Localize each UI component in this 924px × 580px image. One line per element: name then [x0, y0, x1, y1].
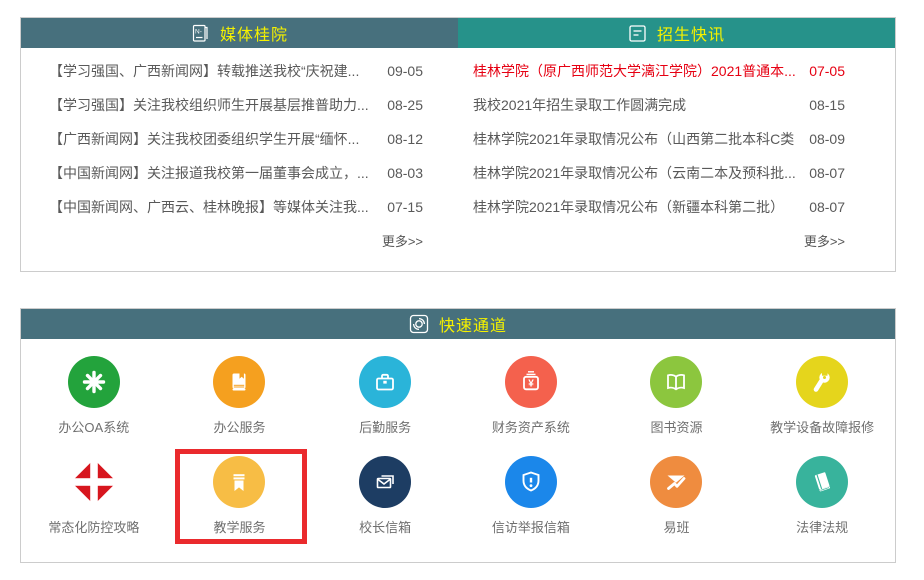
quick-item-label: 办公OA系统 [58, 419, 129, 437]
news-item: 我校2021年招生录取工作圆满完成 08-15 [458, 88, 895, 122]
quick-item-label: 教学服务 [213, 519, 265, 537]
newspaper-icon: N- [191, 24, 210, 43]
news-link[interactable]: 【中国新闻网】关注报道我校第一届董事会成立，... [49, 163, 373, 183]
news-item: 桂林学院2021年录取情况公布（云南二本及预科批... 08-07 [458, 156, 895, 190]
svg-text:¥: ¥ [528, 379, 534, 390]
quick-access-header: 快速通道 [21, 309, 895, 339]
news-headers: N- 媒体桂院 招生快讯 [21, 18, 895, 48]
news-date: 08-15 [809, 97, 845, 113]
news-link[interactable]: 【学习强国】关注我校组织师生开展基层推普助力... [49, 95, 373, 115]
quick-access-section: 快速通道 办公OA系统 办公服务 [20, 308, 896, 563]
media-news-title: 媒体桂院 [220, 21, 288, 45]
quick-item-laws[interactable]: 法律法规 [749, 456, 895, 537]
news-date: 07-15 [387, 199, 423, 215]
news-link[interactable]: 【广西新闻网】关注我校团委组织学生开展“缅怀... [49, 129, 373, 149]
news-link[interactable]: 【中国新闻网、广西云、桂林晚报】等媒体关注我... [49, 197, 373, 217]
news-item: 桂林学院2021年录取情况公布（新疆本科第二批） 08-07 [458, 190, 895, 224]
shield-alert-icon [505, 456, 557, 508]
quick-item-yiban[interactable]: 易班 [604, 456, 750, 537]
news-item: 【学习强国】关注我校组织师生开展基层推普助力... 08-25 [21, 88, 458, 122]
quick-item-logistics[interactable]: 后勤服务 [312, 356, 458, 437]
quick-access-row-1: 办公OA系统 办公服务 后勤 [21, 339, 895, 437]
book-icon [213, 356, 265, 408]
news-item: 【广西新闻网】关注我校团委组织学生开展“缅怀... 08-12 [21, 122, 458, 156]
mail-icon [359, 456, 411, 508]
pinwheel-icon [68, 356, 120, 408]
news-item: 【中国新闻网】关注报道我校第一届董事会成立，... 08-03 [21, 156, 458, 190]
news-item: 【学习强国、广西新闻网】转载推送我校“庆祝建... 09-05 [21, 54, 458, 88]
news-link[interactable]: 桂林学院2021年录取情况公布（新疆本科第二批） [473, 197, 795, 217]
quick-item-covid-guide[interactable]: 常态化防控攻略 [21, 456, 167, 537]
medical-cross-icon [68, 456, 120, 508]
admissions-news-title: 招生快讯 [657, 21, 725, 45]
news-link[interactable]: 桂林学院2021年录取情况公布（云南二本及预科批... [473, 163, 795, 183]
open-book-icon [650, 356, 702, 408]
news-date: 08-07 [809, 199, 845, 215]
quick-item-label: 图书资源 [650, 419, 702, 437]
wallet-yuan-icon: ¥ [505, 356, 557, 408]
quick-item-office-services[interactable]: 办公服务 [167, 356, 313, 437]
svg-text:N-: N- [195, 28, 202, 35]
news-link[interactable]: 桂林学院（原广西师范大学漓江学院）2021普通本... [473, 61, 795, 81]
quick-item-teaching-services[interactable]: 教学服务 [167, 456, 313, 537]
quick-item-president-mailbox[interactable]: 校长信箱 [312, 456, 458, 537]
bookmark-icon [213, 456, 265, 508]
quick-item-label: 财务资产系统 [492, 419, 570, 437]
quick-item-label: 常态化防控攻略 [48, 519, 139, 537]
bulletin-icon [628, 24, 647, 43]
media-more-link[interactable]: 更多>> [382, 231, 423, 250]
quick-item-equipment-repair[interactable]: 教学设备故障报修 [749, 356, 895, 437]
shutter-icon [409, 314, 429, 334]
quick-access-row-2: 常态化防控攻略 教学服务 校长信箱 [21, 437, 895, 537]
news-link[interactable]: 【学习强国、广西新闻网】转载推送我校“庆祝建... [49, 61, 373, 81]
news-item: 桂林学院（原广西师范大学漓江学院）2021普通本... 07-05 [458, 54, 895, 88]
tilted-book-icon [796, 456, 848, 508]
news-date: 08-03 [387, 165, 423, 181]
news-section: N- 媒体桂院 招生快讯 【学习强国、广西新闻网】转载推送我校“庆祝建... [20, 17, 896, 272]
quick-access-title: 快速通道 [439, 312, 507, 336]
news-date: 08-12 [387, 131, 423, 147]
quick-item-label: 易班 [663, 519, 689, 537]
news-date: 08-25 [387, 97, 423, 113]
quick-item-library[interactable]: 图书资源 [604, 356, 750, 437]
news-item: 【中国新闻网、广西云、桂林晚报】等媒体关注我... 07-15 [21, 190, 458, 224]
quick-item-label: 校长信箱 [359, 519, 411, 537]
news-link[interactable]: 我校2021年招生录取工作圆满完成 [473, 95, 795, 115]
media-news-list: 【学习强国、广西新闻网】转载推送我校“庆祝建... 09-05 【学习强国】关注… [21, 48, 458, 256]
tab-admissions-news[interactable]: 招生快讯 [458, 18, 895, 48]
tab-media-news[interactable]: N- 媒体桂院 [21, 18, 458, 48]
news-date: 08-07 [809, 165, 845, 181]
quick-item-label: 后勤服务 [359, 419, 411, 437]
admissions-news-list: 桂林学院（原广西师范大学漓江学院）2021普通本... 07-05 我校2021… [458, 48, 895, 256]
news-item: 桂林学院2021年录取情况公布（山西第二批本科C类... 08-09 [458, 122, 895, 156]
quick-item-label: 信访举报信箱 [492, 519, 570, 537]
news-date: 07-05 [809, 63, 845, 79]
news-date: 09-05 [387, 63, 423, 79]
quick-item-label: 法律法规 [796, 519, 848, 537]
quick-item-label: 办公服务 [213, 419, 265, 437]
quick-item-oa-system[interactable]: 办公OA系统 [21, 356, 167, 437]
news-date: 08-09 [809, 131, 845, 147]
envelope-check-icon [650, 456, 702, 508]
admissions-more-link[interactable]: 更多>> [804, 231, 845, 250]
quick-item-label: 教学设备故障报修 [770, 419, 874, 437]
quick-item-finance-system[interactable]: ¥ 财务资产系统 [458, 356, 604, 437]
quick-item-petition-mailbox[interactable]: 信访举报信箱 [458, 456, 604, 537]
news-link[interactable]: 桂林学院2021年录取情况公布（山西第二批本科C类... [473, 129, 795, 149]
briefcase-icon [359, 356, 411, 408]
wrench-icon [796, 356, 848, 408]
